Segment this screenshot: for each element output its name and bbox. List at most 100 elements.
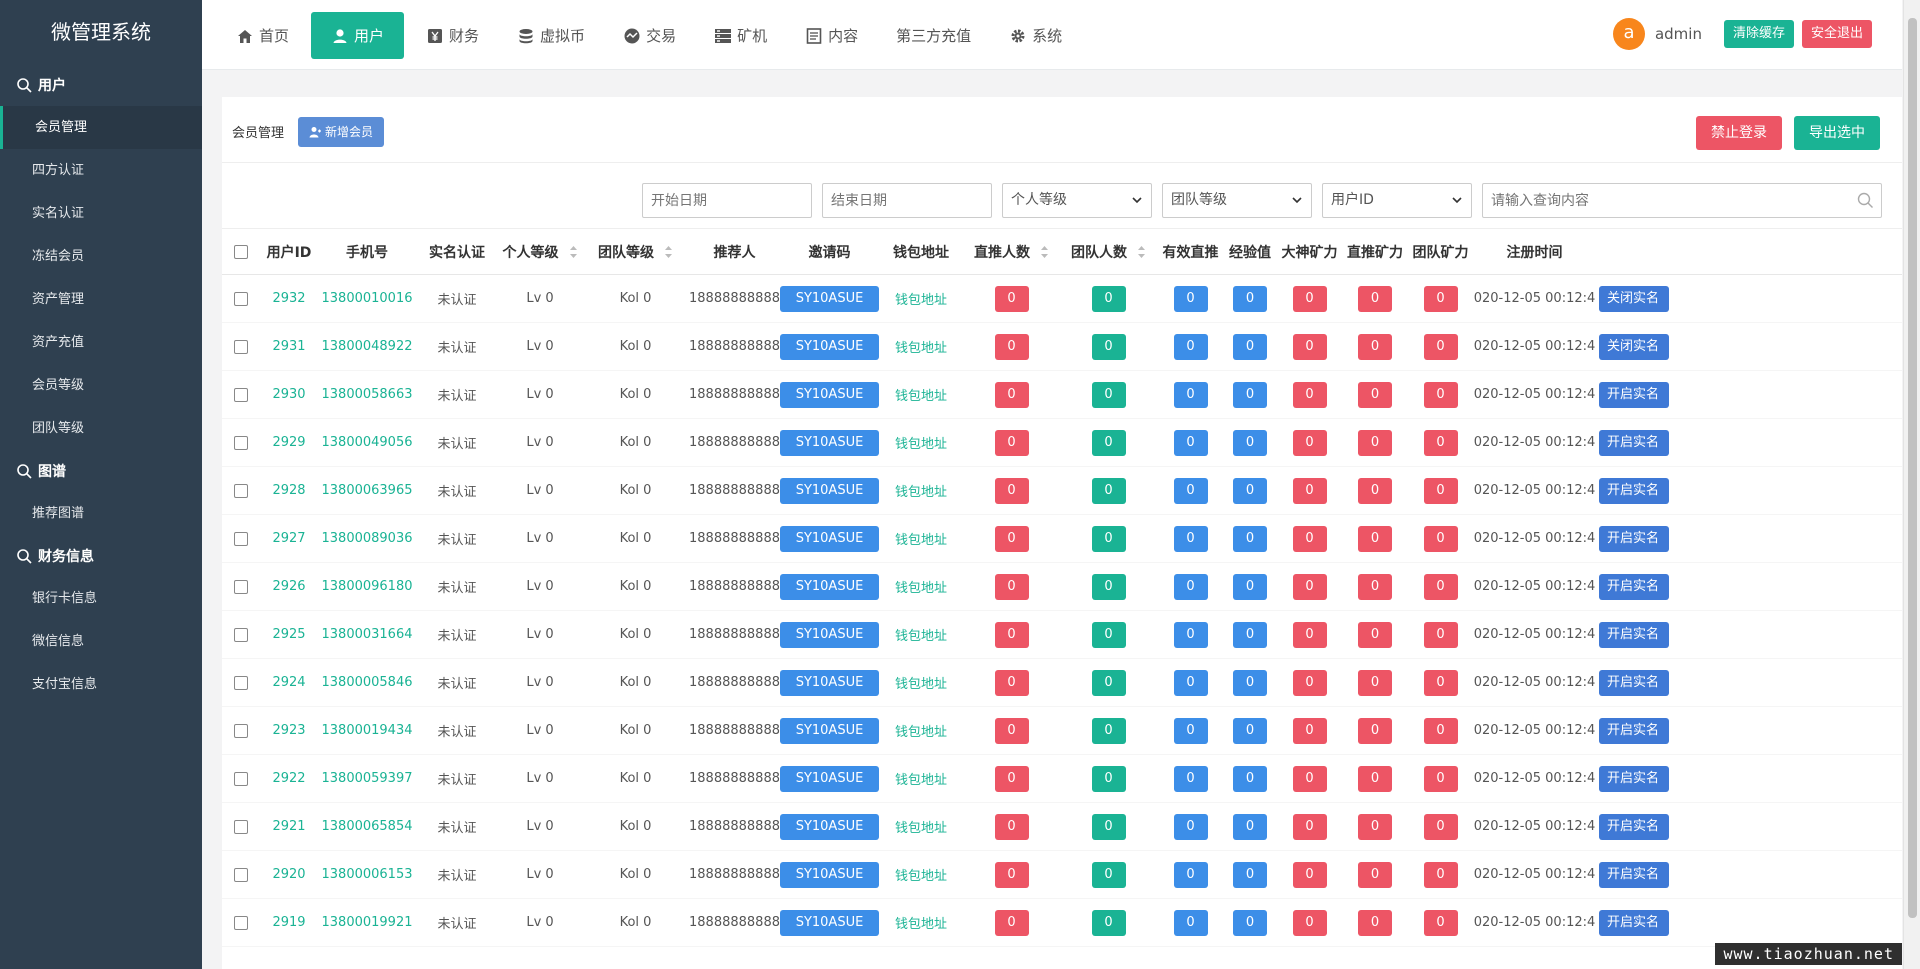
user-id-link[interactable]: 2930 bbox=[272, 387, 305, 402]
nav-trade[interactable]: 交易 bbox=[607, 12, 692, 59]
wallet-address-link[interactable]: 钱包地址 bbox=[895, 289, 947, 308]
sidebar-section-user[interactable]: 用户 bbox=[0, 64, 202, 106]
sidebar-section-finance[interactable]: 财务信息 bbox=[0, 535, 202, 577]
logout-button[interactable]: 安全退出 bbox=[1801, 20, 1872, 48]
valid-direct-badge[interactable]: 0 bbox=[1173, 525, 1208, 552]
direct-power-badge[interactable]: 0 bbox=[1358, 621, 1392, 648]
team-power-badge[interactable]: 0 bbox=[1423, 381, 1458, 408]
invite-code-badge[interactable]: SY10ASUE bbox=[780, 429, 879, 456]
wallet-address-link[interactable]: 钱包地址 bbox=[895, 577, 947, 596]
user-id-link[interactable]: 2932 bbox=[272, 291, 305, 306]
valid-direct-badge[interactable]: 0 bbox=[1173, 285, 1208, 312]
wallet-address-link[interactable]: 钱包地址 bbox=[895, 433, 947, 452]
toggle-realname-button[interactable]: 开启实名 bbox=[1599, 621, 1669, 648]
user-id-link[interactable]: 2924 bbox=[272, 675, 305, 690]
team-count-badge[interactable]: 0 bbox=[1091, 381, 1126, 408]
experience-badge[interactable]: 0 bbox=[1233, 573, 1267, 600]
start-date-input[interactable] bbox=[642, 183, 812, 218]
direct-count-badge[interactable]: 0 bbox=[994, 621, 1029, 648]
row-checkbox[interactable] bbox=[234, 627, 248, 642]
direct-power-badge[interactable]: 0 bbox=[1358, 333, 1392, 360]
toggle-realname-button[interactable]: 开启实名 bbox=[1599, 765, 1669, 792]
direct-count-badge[interactable]: 0 bbox=[994, 717, 1029, 744]
god-power-badge[interactable]: 0 bbox=[1292, 285, 1327, 312]
team-power-badge[interactable]: 0 bbox=[1423, 525, 1458, 552]
user-id-link[interactable]: 2929 bbox=[272, 435, 305, 450]
team-count-badge[interactable]: 0 bbox=[1091, 285, 1126, 312]
search-field-select[interactable]: 用户ID bbox=[1322, 183, 1472, 218]
invite-code-badge[interactable]: SY10ASUE bbox=[780, 525, 879, 552]
user-id-link[interactable]: 2921 bbox=[272, 819, 305, 834]
nav-miner[interactable]: 矿机 bbox=[698, 12, 783, 59]
avatar[interactable]: a bbox=[1612, 18, 1645, 50]
user-id-link[interactable]: 2928 bbox=[272, 483, 305, 498]
god-power-badge[interactable]: 0 bbox=[1292, 765, 1327, 792]
row-checkbox[interactable] bbox=[234, 819, 248, 834]
row-checkbox[interactable] bbox=[234, 867, 248, 882]
phone-link[interactable]: 13800005846 bbox=[322, 675, 413, 690]
toggle-realname-button[interactable]: 开启实名 bbox=[1599, 429, 1669, 456]
scrollbar-thumb[interactable] bbox=[1908, 18, 1917, 918]
wallet-address-link[interactable]: 钱包地址 bbox=[895, 865, 947, 884]
team-count-badge[interactable]: 0 bbox=[1091, 717, 1126, 744]
wallet-address-link[interactable]: 钱包地址 bbox=[895, 817, 947, 836]
valid-direct-badge[interactable]: 0 bbox=[1173, 717, 1208, 744]
team-count-badge[interactable]: 0 bbox=[1091, 573, 1126, 600]
sidebar-item-alipay[interactable]: 支付宝信息 bbox=[0, 663, 202, 706]
wallet-address-link[interactable]: 钱包地址 bbox=[895, 721, 947, 740]
phone-link[interactable]: 13800049056 bbox=[322, 435, 413, 450]
nav-home[interactable]: 首页 bbox=[220, 12, 305, 59]
sidebar-item-member-level[interactable]: 会员等级 bbox=[0, 364, 202, 407]
row-checkbox[interactable] bbox=[234, 339, 248, 354]
experience-badge[interactable]: 0 bbox=[1233, 717, 1267, 744]
experience-badge[interactable]: 0 bbox=[1233, 765, 1267, 792]
valid-direct-badge[interactable]: 0 bbox=[1173, 765, 1208, 792]
export-selected-button[interactable]: 导出选中 bbox=[1794, 116, 1880, 150]
team-power-badge[interactable]: 0 bbox=[1423, 573, 1458, 600]
toggle-realname-button[interactable]: 开启实名 bbox=[1599, 525, 1669, 552]
invite-code-badge[interactable]: SY10ASUE bbox=[780, 333, 879, 360]
username[interactable]: admin bbox=[1655, 25, 1702, 43]
direct-power-badge[interactable]: 0 bbox=[1358, 285, 1392, 312]
wallet-address-link[interactable]: 钱包地址 bbox=[895, 337, 947, 356]
toggle-realname-button[interactable]: 开启实名 bbox=[1599, 717, 1669, 744]
wallet-address-link[interactable]: 钱包地址 bbox=[895, 913, 947, 932]
toggle-realname-button[interactable]: 开启实名 bbox=[1599, 813, 1669, 840]
god-power-badge[interactable]: 0 bbox=[1292, 525, 1327, 552]
row-checkbox[interactable] bbox=[234, 531, 248, 546]
phone-link[interactable]: 13800089036 bbox=[322, 531, 413, 546]
toggle-realname-button[interactable]: 开启实名 bbox=[1599, 861, 1669, 888]
team-count-badge[interactable]: 0 bbox=[1091, 669, 1126, 696]
sidebar-item-team-level[interactable]: 团队等级 bbox=[0, 407, 202, 450]
invite-code-badge[interactable]: SY10ASUE bbox=[780, 381, 879, 408]
nav-system[interactable]: 系统 bbox=[993, 12, 1078, 59]
sidebar-item-bank-card[interactable]: 银行卡信息 bbox=[0, 577, 202, 620]
toggle-realname-button[interactable]: 开启实名 bbox=[1599, 669, 1669, 696]
invite-code-badge[interactable]: SY10ASUE bbox=[780, 813, 879, 840]
god-power-badge[interactable]: 0 bbox=[1292, 477, 1327, 504]
phone-link[interactable]: 13800019921 bbox=[322, 915, 413, 930]
god-power-badge[interactable]: 0 bbox=[1292, 909, 1327, 936]
toggle-realname-button[interactable]: 开启实名 bbox=[1599, 477, 1669, 504]
nav-user[interactable]: 用户 bbox=[311, 12, 405, 59]
user-id-link[interactable]: 2931 bbox=[272, 339, 305, 354]
row-checkbox[interactable] bbox=[234, 435, 248, 450]
god-power-badge[interactable]: 0 bbox=[1292, 573, 1327, 600]
experience-badge[interactable]: 0 bbox=[1233, 525, 1267, 552]
direct-power-badge[interactable]: 0 bbox=[1358, 717, 1392, 744]
team-count-badge[interactable]: 0 bbox=[1091, 429, 1126, 456]
row-checkbox[interactable] bbox=[234, 771, 248, 786]
direct-power-badge[interactable]: 0 bbox=[1358, 813, 1392, 840]
toggle-realname-button[interactable]: 开启实名 bbox=[1599, 381, 1669, 408]
wallet-address-link[interactable]: 钱包地址 bbox=[895, 385, 947, 404]
experience-badge[interactable]: 0 bbox=[1233, 669, 1267, 696]
team-count-badge[interactable]: 0 bbox=[1091, 861, 1126, 888]
god-power-badge[interactable]: 0 bbox=[1292, 621, 1327, 648]
direct-power-badge[interactable]: 0 bbox=[1358, 477, 1392, 504]
user-id-link[interactable]: 2919 bbox=[272, 915, 305, 930]
nav-third-party-recharge[interactable]: 第三方充值 bbox=[880, 12, 987, 59]
page-scrollbar[interactable] bbox=[1903, 0, 1920, 969]
valid-direct-badge[interactable]: 0 bbox=[1173, 381, 1208, 408]
invite-code-badge[interactable]: SY10ASUE bbox=[780, 573, 879, 600]
phone-link[interactable]: 13800031664 bbox=[322, 627, 413, 642]
